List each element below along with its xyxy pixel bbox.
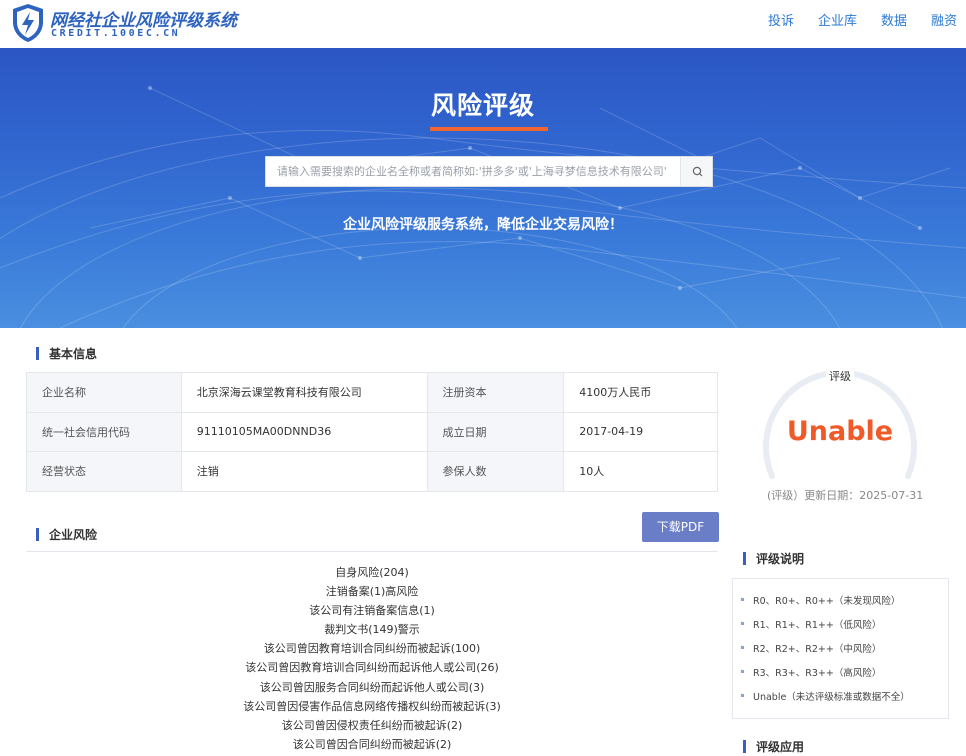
risk-list: 自身风险(204) 注销备案(1)高风险 该公司有注销备案信息(1) 裁判文书(… xyxy=(26,563,718,754)
table-key: 注册资本 xyxy=(426,372,565,413)
rating-legend: R0、R0+、R0++（未发现风险） R1、R1+、R1++（低风险） R2、R… xyxy=(732,578,949,719)
rating-update-date: (评级）更新日期：2025-07-31 xyxy=(767,489,924,502)
table-value: 4100万人民币 xyxy=(563,372,718,413)
section-marker xyxy=(36,528,39,541)
table-row: 统一社会信用代码 91110105MA00DNND36 成立日期 2017-04… xyxy=(26,411,718,453)
table-key: 成立日期 xyxy=(426,411,565,453)
logo-subtitle: CREDIT.100EC.CN xyxy=(51,28,181,39)
hero-banner: 风险评级 企业风险评级服务系统，降低企业交易风险！ xyxy=(0,48,966,328)
table-value: 91110105MA00DNND36 xyxy=(180,411,428,453)
site-logo[interactable]: 网经社企业风险评级系统 CREDIT.100EC.CN xyxy=(10,2,237,46)
table-key: 统一社会信用代码 xyxy=(26,411,182,453)
list-item[interactable]: 自身风险(204) xyxy=(26,563,718,582)
download-pdf-button[interactable]: 下载PDF xyxy=(642,512,719,542)
rating-explain-title: 评级说明 xyxy=(756,552,805,566)
basic-info-title: 基本信息 xyxy=(49,347,98,361)
search-input[interactable] xyxy=(266,157,681,186)
legend-item: R3、R3+、R3++（高风险） xyxy=(740,665,881,679)
search-button[interactable] xyxy=(680,157,712,186)
list-item[interactable]: 该公司曾因教育培训合同纠纷而起诉他人或公司(26) xyxy=(26,658,718,677)
search-icon xyxy=(692,166,703,177)
title-underline xyxy=(430,127,548,131)
nav-data[interactable]: 数据 xyxy=(881,10,907,29)
table-key: 参保人数 xyxy=(426,451,565,492)
list-item[interactable]: 该公司曾因侵害作品信息网络传播权纠纷而被起诉(3) xyxy=(26,697,718,716)
legend-item: Unable（未达评级标准或数据不全） xyxy=(741,689,910,703)
nav-financing[interactable]: 融资 xyxy=(931,10,957,29)
nav-complaint[interactable]: 投诉 xyxy=(768,10,794,29)
legend-item: R0、R0+、R0++（未发现风险） xyxy=(740,593,900,607)
legend-item: R2、R2+、R2++（中风险） xyxy=(740,641,881,655)
list-item[interactable]: 该公司曾因合同纠纷而被起诉(2) xyxy=(26,735,718,754)
nav-company-library[interactable]: 企业库 xyxy=(818,10,857,29)
list-item[interactable]: 注销备案(1)高风险 xyxy=(26,582,718,601)
section-marker xyxy=(743,552,746,565)
divider xyxy=(26,551,718,552)
shield-lightning-icon xyxy=(13,4,43,42)
top-header: 网经社企业风险评级系统 CREDIT.100EC.CN 投诉 企业库 数据 融资 xyxy=(0,0,966,48)
legend-item: R1、R1+、R1++（低风险） xyxy=(740,617,881,631)
basic-info-table: 企业名称 北京深海云课堂教育科技有限公司 注册资本 4100万人民币 统一社会信… xyxy=(26,372,718,492)
list-item[interactable]: 裁判文书(149)警示 xyxy=(26,620,718,639)
table-key: 企业名称 xyxy=(26,372,182,413)
rating-value: Unable xyxy=(786,416,894,447)
page-title: 风险评级 xyxy=(430,91,535,120)
list-item[interactable]: 该公司曾因服务合同纠纷而起诉他人或公司(3) xyxy=(26,678,718,697)
rating-gauge: 评级 Unable xyxy=(760,364,920,504)
table-row: 经营状态 注销 参保人数 10人 xyxy=(26,451,718,492)
search-bar xyxy=(265,156,713,187)
section-marker xyxy=(36,347,39,360)
list-item[interactable]: 该公司有注销备案信息(1) xyxy=(26,601,718,620)
table-value: 2017-04-19 xyxy=(563,411,718,453)
table-key: 经营状态 xyxy=(26,451,182,492)
table-value: 注销 xyxy=(180,451,428,492)
table-value: 北京深海云课堂教育科技有限公司 xyxy=(180,372,428,413)
list-item[interactable]: 该公司曾因教育培训合同纠纷而被起诉(100) xyxy=(26,639,718,658)
rating-apply-title: 评级应用 xyxy=(756,740,805,754)
risk-title: 企业风险 xyxy=(49,528,98,542)
list-item[interactable]: 该公司曾因侵权责任纠纷而被起诉(2) xyxy=(26,716,718,735)
rating-label: 评级 xyxy=(826,368,854,384)
table-row: 企业名称 北京深海云课堂教育科技有限公司 注册资本 4100万人民币 xyxy=(26,372,718,413)
section-marker xyxy=(743,740,746,753)
table-value: 10人 xyxy=(563,451,718,492)
banner-slogan: 企业风险评级服务系统，降低企业交易风险！ xyxy=(343,217,623,233)
